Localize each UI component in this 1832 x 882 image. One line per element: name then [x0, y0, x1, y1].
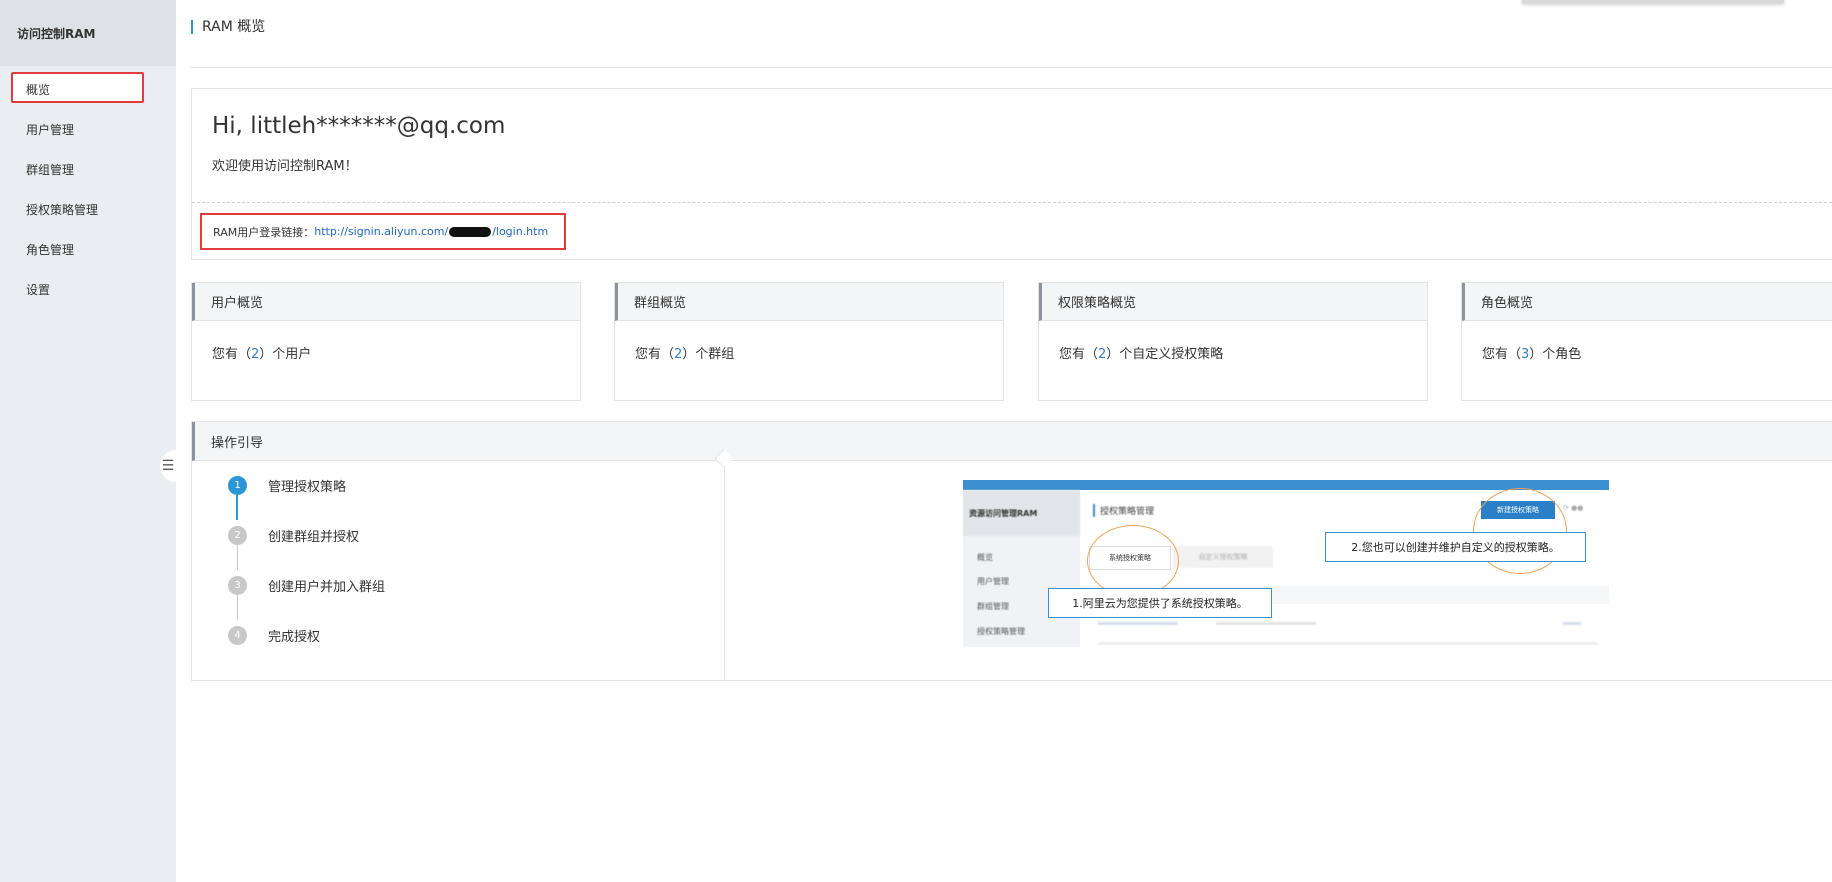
dashed-divider — [192, 202, 1832, 203]
card-body: 您有（2）个用户 — [192, 321, 580, 362]
login-link-box: RAM用户登录链接： http://signin.aliyun.com/ /log… — [200, 213, 566, 250]
preview-sidebar-item: 授权策略管理 — [977, 627, 1025, 636]
sidebar-item-policies[interactable]: 授权策略管理 — [26, 201, 98, 218]
preview-sidebar-title: 资源访问管理RAM — [963, 490, 1080, 536]
sidebar-item-overview[interactable]: 概览 — [26, 81, 50, 98]
card-text: ）个自定义授权策略 — [1106, 347, 1224, 362]
card-body: 您有（3）个角色 — [1462, 321, 1832, 362]
guide-step-1[interactable]: 1 管理授权策略 — [228, 476, 346, 495]
card-title: 角色概览 — [1462, 283, 1832, 321]
login-link-prefix[interactable]: http://signin.aliyun.com/ — [314, 225, 448, 238]
sidebar-item-roles[interactable]: 角色管理 — [26, 241, 74, 258]
card-text: 您有（ — [635, 347, 675, 362]
card-text: ）个角色 — [1529, 347, 1582, 362]
card-text: ）个群组 — [682, 347, 735, 362]
step-label: 管理授权策略 — [268, 480, 347, 495]
preview-tab-custom: 自定义授权策略 — [1173, 546, 1273, 568]
card-policies: 权限策略概览 您有（2）个自定义授权策略 — [1038, 282, 1428, 401]
sidebar-title: 访问控制RAM — [0, 0, 176, 66]
sidebar: 访问控制RAM 概览 用户管理 群组管理 授权策略管理 角色管理 设置 — [0, 0, 176, 882]
step-number: 2 — [228, 526, 247, 545]
step-connector — [236, 495, 238, 520]
card-title: 权限策略概览 — [1039, 283, 1427, 321]
preview-sidebar-item: 用户管理 — [977, 577, 1009, 586]
preview-table-row — [1563, 622, 1581, 625]
step-number: 4 — [228, 626, 247, 645]
preview-sidebar-item: 概览 — [977, 553, 993, 562]
step-label: 完成授权 — [268, 630, 321, 645]
card-roles: 角色概览 您有（3）个角色 — [1461, 282, 1832, 401]
step-number: 3 — [228, 576, 247, 595]
preview-highlight-circle — [1087, 525, 1179, 597]
sidebar-item-groups[interactable]: 群组管理 — [26, 161, 74, 178]
top-dropdown-edge — [1522, 0, 1784, 3]
preview-table-row — [1098, 642, 1598, 645]
guide-title: 操作引导 — [192, 422, 1832, 461]
card-title: 用户概览 — [192, 283, 580, 321]
step-connector — [237, 595, 238, 620]
welcome-subtitle: 欢迎使用访问控制RAM！ — [212, 159, 358, 174]
preview-sidebar-item: 群组管理 — [977, 602, 1009, 611]
step-number: 1 — [228, 476, 247, 495]
guide-step-2[interactable]: 2 创建群组并授权 — [228, 526, 359, 545]
redacted-block — [449, 227, 492, 237]
preview-refresh-icon: ⟳ ●● — [1563, 504, 1584, 512]
card-title: 群组概览 — [615, 283, 1003, 321]
sidebar-item-users[interactable]: 用户管理 — [26, 121, 74, 138]
card-text: 您有（ — [1059, 347, 1099, 362]
step-label: 创建用户并加入群组 — [268, 580, 386, 595]
card-text: 您有（ — [212, 347, 252, 362]
preview-table-row — [1216, 622, 1316, 625]
greeting: Hi, littleh*******@qq.com — [212, 113, 506, 139]
preview-callout-1: 1.阿里云为您提供了系统授权策略。 — [1048, 588, 1272, 618]
card-text: ）个用户 — [259, 347, 312, 362]
welcome-panel: Hi, littleh*******@qq.com 欢迎使用访问控制RAM！ R… — [191, 88, 1832, 260]
card-body: 您有（2）个群组 — [615, 321, 1003, 362]
guide-step-4[interactable]: 4 完成授权 — [228, 626, 320, 645]
card-groups: 群组概览 您有（2）个群组 — [614, 282, 1004, 401]
guide-preview-image: 资源访问管理RAM 概览 用户管理 群组管理 授权策略管理 授权策略管理 新建授… — [963, 480, 1609, 647]
login-link-suffix[interactable]: /login.htm — [492, 225, 548, 238]
title-divider — [190, 67, 1832, 68]
card-users: 用户概览 您有（2）个用户 — [191, 282, 581, 401]
card-body: 您有（2）个自定义授权策略 — [1039, 321, 1427, 362]
card-text: 您有（ — [1482, 347, 1522, 362]
preview-table-row — [1098, 622, 1178, 625]
guide-steps: 1 管理授权策略 2 创建群组并授权 3 创建用户并加入群组 4 完成授权 — [192, 461, 725, 681]
login-link[interactable]: http://signin.aliyun.com/ /login.htm — [314, 225, 548, 238]
login-link-label: RAM用户登录链接： — [213, 225, 315, 239]
step-connector — [237, 545, 238, 570]
guide-step-3[interactable]: 3 创建用户并加入群组 — [228, 576, 385, 595]
preview-page-title: 授权策略管理 — [1093, 504, 1154, 517]
preview-callout-2: 2.您也可以创建并维护自定义的授权策略。 — [1325, 532, 1586, 562]
step-label: 创建群组并授权 — [268, 530, 360, 545]
preview-sidebar: 资源访问管理RAM 概览 用户管理 群组管理 授权策略管理 — [963, 490, 1080, 647]
sidebar-item-settings[interactable]: 设置 — [26, 281, 50, 298]
page-title: RAM 概览 — [191, 20, 265, 34]
